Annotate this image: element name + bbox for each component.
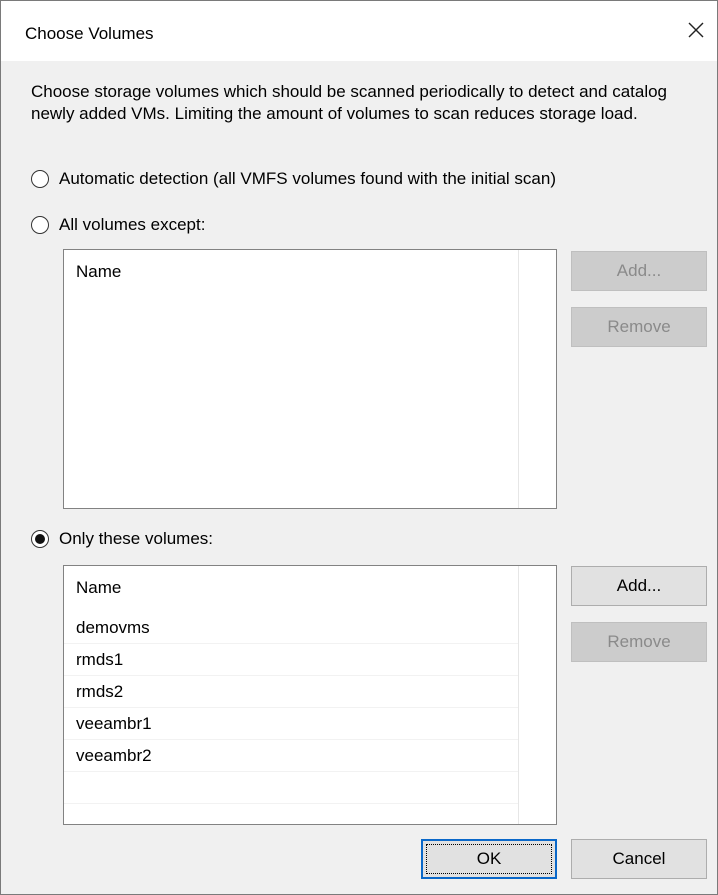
radio-button-all-except[interactable] bbox=[31, 216, 49, 234]
cancel-button[interactable]: Cancel bbox=[571, 839, 707, 879]
included-volumes-list[interactable]: Name demovms rmds1 rmds2 veeambr1 veeamb… bbox=[63, 565, 557, 825]
list-item[interactable]: rmds1 bbox=[64, 646, 518, 676]
radio-button-automatic[interactable] bbox=[31, 170, 49, 188]
radio-all-volumes-except[interactable]: All volumes except: bbox=[31, 215, 205, 235]
column-header-name[interactable]: Name bbox=[76, 578, 121, 598]
except-add-button[interactable]: Add... bbox=[571, 251, 707, 291]
dialog-title: Choose Volumes bbox=[25, 24, 154, 43]
column-header-name[interactable]: Name bbox=[76, 262, 121, 282]
list-item-empty bbox=[64, 774, 518, 804]
ok-button[interactable]: OK bbox=[421, 839, 557, 879]
volume-name: veeambr2 bbox=[76, 746, 152, 765]
close-icon bbox=[688, 22, 704, 38]
radio-button-only-these[interactable] bbox=[31, 530, 49, 548]
excluded-volumes-list[interactable]: Name bbox=[63, 249, 557, 509]
volume-name: rmds1 bbox=[76, 650, 124, 669]
list-item[interactable]: veeambr1 bbox=[64, 710, 518, 740]
radio-automatic-label: Automatic detection (all VMFS volumes fo… bbox=[59, 169, 557, 188]
except-remove-button[interactable]: Remove bbox=[571, 307, 707, 347]
volume-name: veeambr1 bbox=[76, 714, 152, 733]
radio-only-these-label: Only these volumes: bbox=[59, 529, 214, 548]
list-item[interactable]: demovms bbox=[64, 614, 518, 644]
volume-name: demovms bbox=[76, 618, 150, 637]
description-text: Choose storage volumes which should be s… bbox=[31, 82, 668, 123]
choose-volumes-dialog: Choose Volumes Choose storage volumes wh… bbox=[0, 0, 718, 895]
radio-selected-dot bbox=[35, 534, 45, 544]
only-add-button[interactable]: Add... bbox=[571, 566, 707, 606]
radio-automatic-detection[interactable]: Automatic detection (all VMFS volumes fo… bbox=[31, 169, 556, 189]
radio-all-except-label: All volumes except: bbox=[59, 215, 206, 234]
close-button[interactable] bbox=[683, 17, 709, 43]
volume-name: rmds2 bbox=[76, 682, 124, 701]
only-remove-button[interactable]: Remove bbox=[571, 622, 707, 662]
radio-only-these-volumes[interactable]: Only these volumes: bbox=[31, 529, 213, 549]
list-item[interactable]: veeambr2 bbox=[64, 742, 518, 772]
focus-rectangle bbox=[426, 844, 552, 874]
list-item[interactable]: rmds2 bbox=[64, 678, 518, 708]
column-divider bbox=[518, 250, 519, 508]
title-bar: Choose Volumes bbox=[1, 1, 717, 61]
column-divider bbox=[518, 566, 519, 824]
